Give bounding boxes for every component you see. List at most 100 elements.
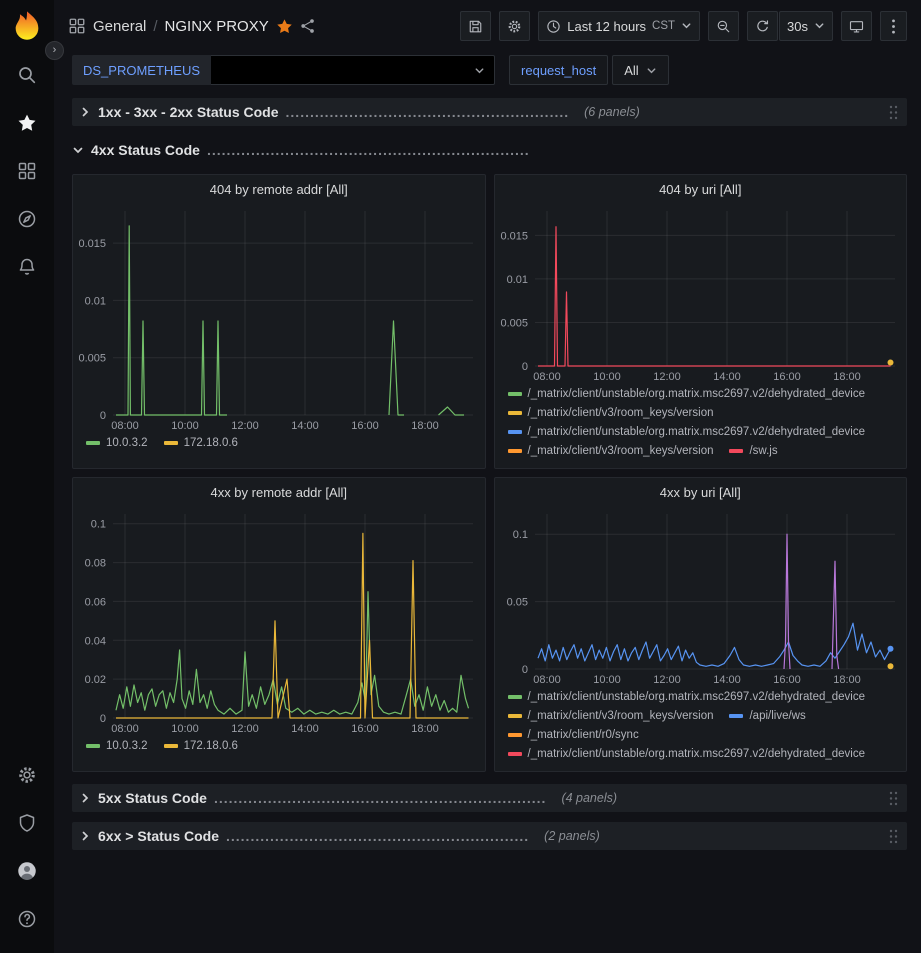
svg-text:16:00: 16:00: [773, 371, 801, 383]
legend-swatch: [729, 449, 743, 453]
svg-text:16:00: 16:00: [351, 723, 379, 735]
refresh-interval-button[interactable]: 30s: [779, 11, 833, 41]
favorite-star-icon[interactable]: [276, 18, 293, 35]
refresh-icon: [755, 19, 770, 34]
sidebar-item-explore[interactable]: [0, 195, 54, 243]
variable-request-host-dropdown[interactable]: All: [612, 55, 668, 85]
help-icon: [17, 909, 37, 929]
dashboard-title[interactable]: NGINX PROXY: [165, 18, 269, 35]
legend-item[interactable]: /_matrix/client/r0/sync: [508, 727, 639, 743]
legend-item[interactable]: /_matrix/client/unstable/org.matrix.msc2…: [508, 386, 866, 402]
legend-item[interactable]: /api/live/ws: [729, 708, 805, 724]
panel-legend: /_matrix/client/unstable/org.matrix.msc2…: [495, 687, 907, 771]
legend-item[interactable]: /_matrix/client/unstable/org.matrix.msc2…: [508, 689, 866, 705]
svg-text:12:00: 12:00: [653, 371, 681, 383]
sidebar-expand-button[interactable]: ›: [45, 41, 64, 60]
panel-title[interactable]: 4xx by remote addr [All]: [73, 478, 485, 506]
sidebar-item-search[interactable]: [0, 51, 54, 99]
svg-text:18:00: 18:00: [833, 674, 861, 686]
panel-legend: 10.0.3.2 172.18.0.6: [73, 433, 485, 468]
row-1xx-3xx-2xx[interactable]: 1xx - 3xx - 2xx Status Code ............…: [72, 98, 907, 126]
breadcrumb-section[interactable]: General: [93, 18, 146, 35]
svg-text:0.01: 0.01: [85, 295, 106, 307]
variable-ds-value-dropdown[interactable]: [211, 55, 495, 85]
sidebar-item-server-admin[interactable]: [0, 799, 54, 847]
chevron-right-icon: [79, 792, 91, 804]
svg-text:16:00: 16:00: [351, 420, 379, 432]
more-options-button[interactable]: [880, 11, 907, 41]
svg-text:08:00: 08:00: [111, 723, 139, 735]
legend-item[interactable]: /_matrix/client/v3/room_keys/version: [508, 708, 714, 724]
grafana-logo-icon[interactable]: [10, 9, 44, 43]
svg-text:08:00: 08:00: [533, 371, 561, 383]
panel-title[interactable]: 404 by uri [All]: [495, 175, 907, 203]
row-title-dots: ........................................…: [226, 828, 529, 844]
tv-kiosk-mode-button[interactable]: [841, 11, 872, 41]
grafana-app: ›: [0, 0, 921, 953]
chart-4xx-by-remote-addr: 00.020.040.060.080.108:0010:0012:0014:00…: [73, 506, 485, 736]
sidebar-item-profile[interactable]: [0, 847, 54, 895]
legend-swatch: [86, 441, 100, 445]
row-4xx[interactable]: 4xx Status Code ........................…: [72, 136, 907, 164]
row-title-dots: ........................................…: [207, 142, 530, 158]
svg-text:0.1: 0.1: [512, 529, 527, 541]
legend-label: /api/live/ws: [749, 708, 805, 724]
dashboard-settings-button[interactable]: [499, 11, 530, 41]
sidebar-item-alerting[interactable]: [0, 243, 54, 291]
svg-text:18:00: 18:00: [833, 371, 861, 383]
bell-icon: [17, 257, 37, 277]
legend-label: 10.0.3.2: [106, 435, 148, 451]
legend-label: 10.0.3.2: [106, 738, 148, 754]
panel-legend: /_matrix/client/unstable/org.matrix.msc2…: [495, 384, 907, 468]
legend-swatch: [508, 695, 522, 699]
panel-title[interactable]: 4xx by uri [All]: [495, 478, 907, 506]
legend-label: /_matrix/client/r0/sync: [528, 727, 639, 743]
svg-text:12:00: 12:00: [231, 420, 259, 432]
variable-request-host-label: request_host: [509, 55, 608, 85]
legend-swatch: [164, 744, 178, 748]
legend-item[interactable]: /_matrix/client/v3/room_keys/version: [508, 443, 714, 459]
legend-item[interactable]: /sw.js: [729, 443, 777, 459]
row-panel-count: (6 panels): [584, 105, 640, 119]
sidebar-item-starred[interactable]: [0, 99, 54, 147]
legend-item[interactable]: 172.18.0.6: [164, 738, 238, 754]
svg-text:18:00: 18:00: [411, 420, 439, 432]
panel-404-by-uri: 404 by uri [All] 00.0050.010.01508:0010:…: [494, 174, 908, 469]
sidebar: ›: [0, 0, 54, 953]
refresh-button[interactable]: [747, 11, 778, 41]
legend-item[interactable]: 172.18.0.6: [164, 435, 238, 451]
share-icon[interactable]: [300, 18, 316, 34]
svg-text:0: 0: [100, 410, 106, 422]
legend-item[interactable]: /_matrix/client/v3/room_keys/version: [508, 405, 714, 421]
svg-text:0: 0: [521, 361, 527, 373]
svg-text:10:00: 10:00: [593, 674, 621, 686]
panel-title[interactable]: 404 by remote addr [All]: [73, 175, 485, 203]
svg-text:0.01: 0.01: [506, 274, 527, 286]
legend-label: /_matrix/client/v3/room_keys/version: [528, 708, 714, 724]
legend-swatch: [508, 430, 522, 434]
legend-item[interactable]: /_matrix/client/unstable/org.matrix.msc2…: [508, 746, 866, 762]
row-drag-handle[interactable]: [887, 791, 900, 806]
legend-item[interactable]: /_matrix/client/unstable/org.matrix.msc2…: [508, 424, 866, 440]
sidebar-item-dashboards[interactable]: [0, 147, 54, 195]
chart-404-by-remote-addr: 00.0050.010.01508:0010:0012:0014:0016:00…: [73, 203, 485, 433]
chevron-down-icon: [681, 19, 692, 34]
legend-item[interactable]: 10.0.3.2: [86, 738, 148, 754]
topbar: General / NGINX PROXY Last 12 hours: [54, 0, 921, 52]
row-drag-handle[interactable]: [887, 105, 900, 120]
svg-text:14:00: 14:00: [291, 723, 319, 735]
apps-grid-icon: [68, 17, 86, 35]
row-5xx[interactable]: 5xx Status Code ........................…: [72, 784, 907, 812]
sidebar-item-configuration[interactable]: [0, 751, 54, 799]
main-area: General / NGINX PROXY Last 12 hours: [54, 0, 921, 953]
row-drag-handle[interactable]: [887, 829, 900, 844]
legend-item[interactable]: 10.0.3.2: [86, 435, 148, 451]
row-panel-count: (2 panels): [544, 829, 600, 843]
legend-label: /_matrix/client/v3/room_keys/version: [528, 405, 714, 421]
time-range-picker[interactable]: Last 12 hours CST: [538, 11, 700, 41]
sidebar-item-help[interactable]: [0, 895, 54, 943]
legend-swatch: [508, 449, 522, 453]
zoom-out-time-button[interactable]: [708, 11, 739, 41]
save-dashboard-button[interactable]: [460, 11, 491, 41]
row-6xx[interactable]: 6xx > Status Code ......................…: [72, 822, 907, 850]
